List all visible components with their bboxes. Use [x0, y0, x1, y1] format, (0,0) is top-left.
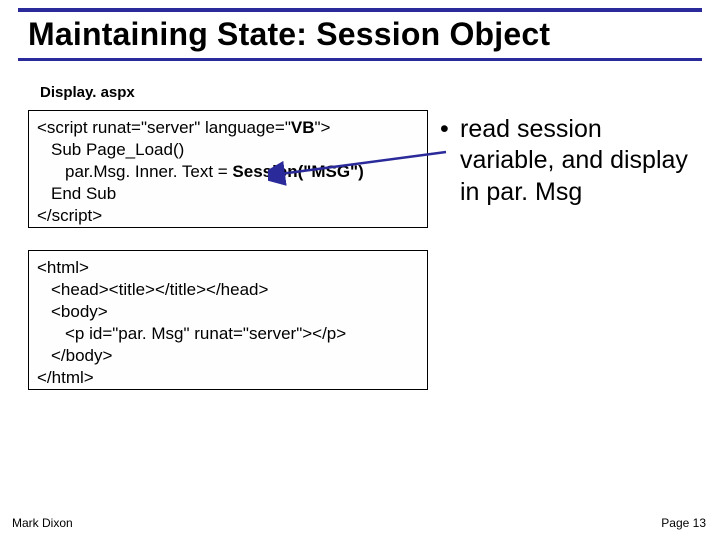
code-block-html: <html> <head><title></title></head> <bod… — [28, 250, 428, 390]
code-text-bold: VB — [291, 118, 315, 137]
code-text: "> — [315, 118, 331, 137]
code-text: <head><title></title></head> — [37, 279, 419, 301]
code-text: Sub Page_Load() — [37, 139, 419, 161]
slide-title: Maintaining State: Session Object — [28, 16, 550, 53]
footer-author: Mark Dixon — [12, 516, 73, 530]
code-text: par.Msg. Inner. Text = — [65, 162, 232, 181]
code-text: <body> — [37, 301, 419, 323]
footer-page: Page 13 — [661, 516, 706, 530]
code-text: <p id="par. Msg" runat="server"></p> — [37, 323, 419, 345]
bullet-dot: • — [440, 114, 460, 145]
file-label: Display. aspx — [40, 84, 135, 101]
code-text: <html> — [37, 257, 419, 279]
code-text-bold: Session("MSG") — [232, 162, 363, 181]
title-underline — [18, 58, 702, 61]
code-text: </body> — [37, 345, 419, 367]
bullet-text: read session variable, and display in pa… — [460, 114, 700, 208]
title-top-rule — [18, 8, 702, 12]
code-text: </script> — [37, 205, 419, 227]
code-block-script: <script runat="server" language="VB"> Su… — [28, 110, 428, 228]
code-text: <script runat="server" language=" — [37, 118, 291, 137]
code-text: End Sub — [37, 183, 419, 205]
bullet-item: •read session variable, and display in p… — [440, 114, 710, 208]
code-text: </html> — [37, 367, 419, 389]
